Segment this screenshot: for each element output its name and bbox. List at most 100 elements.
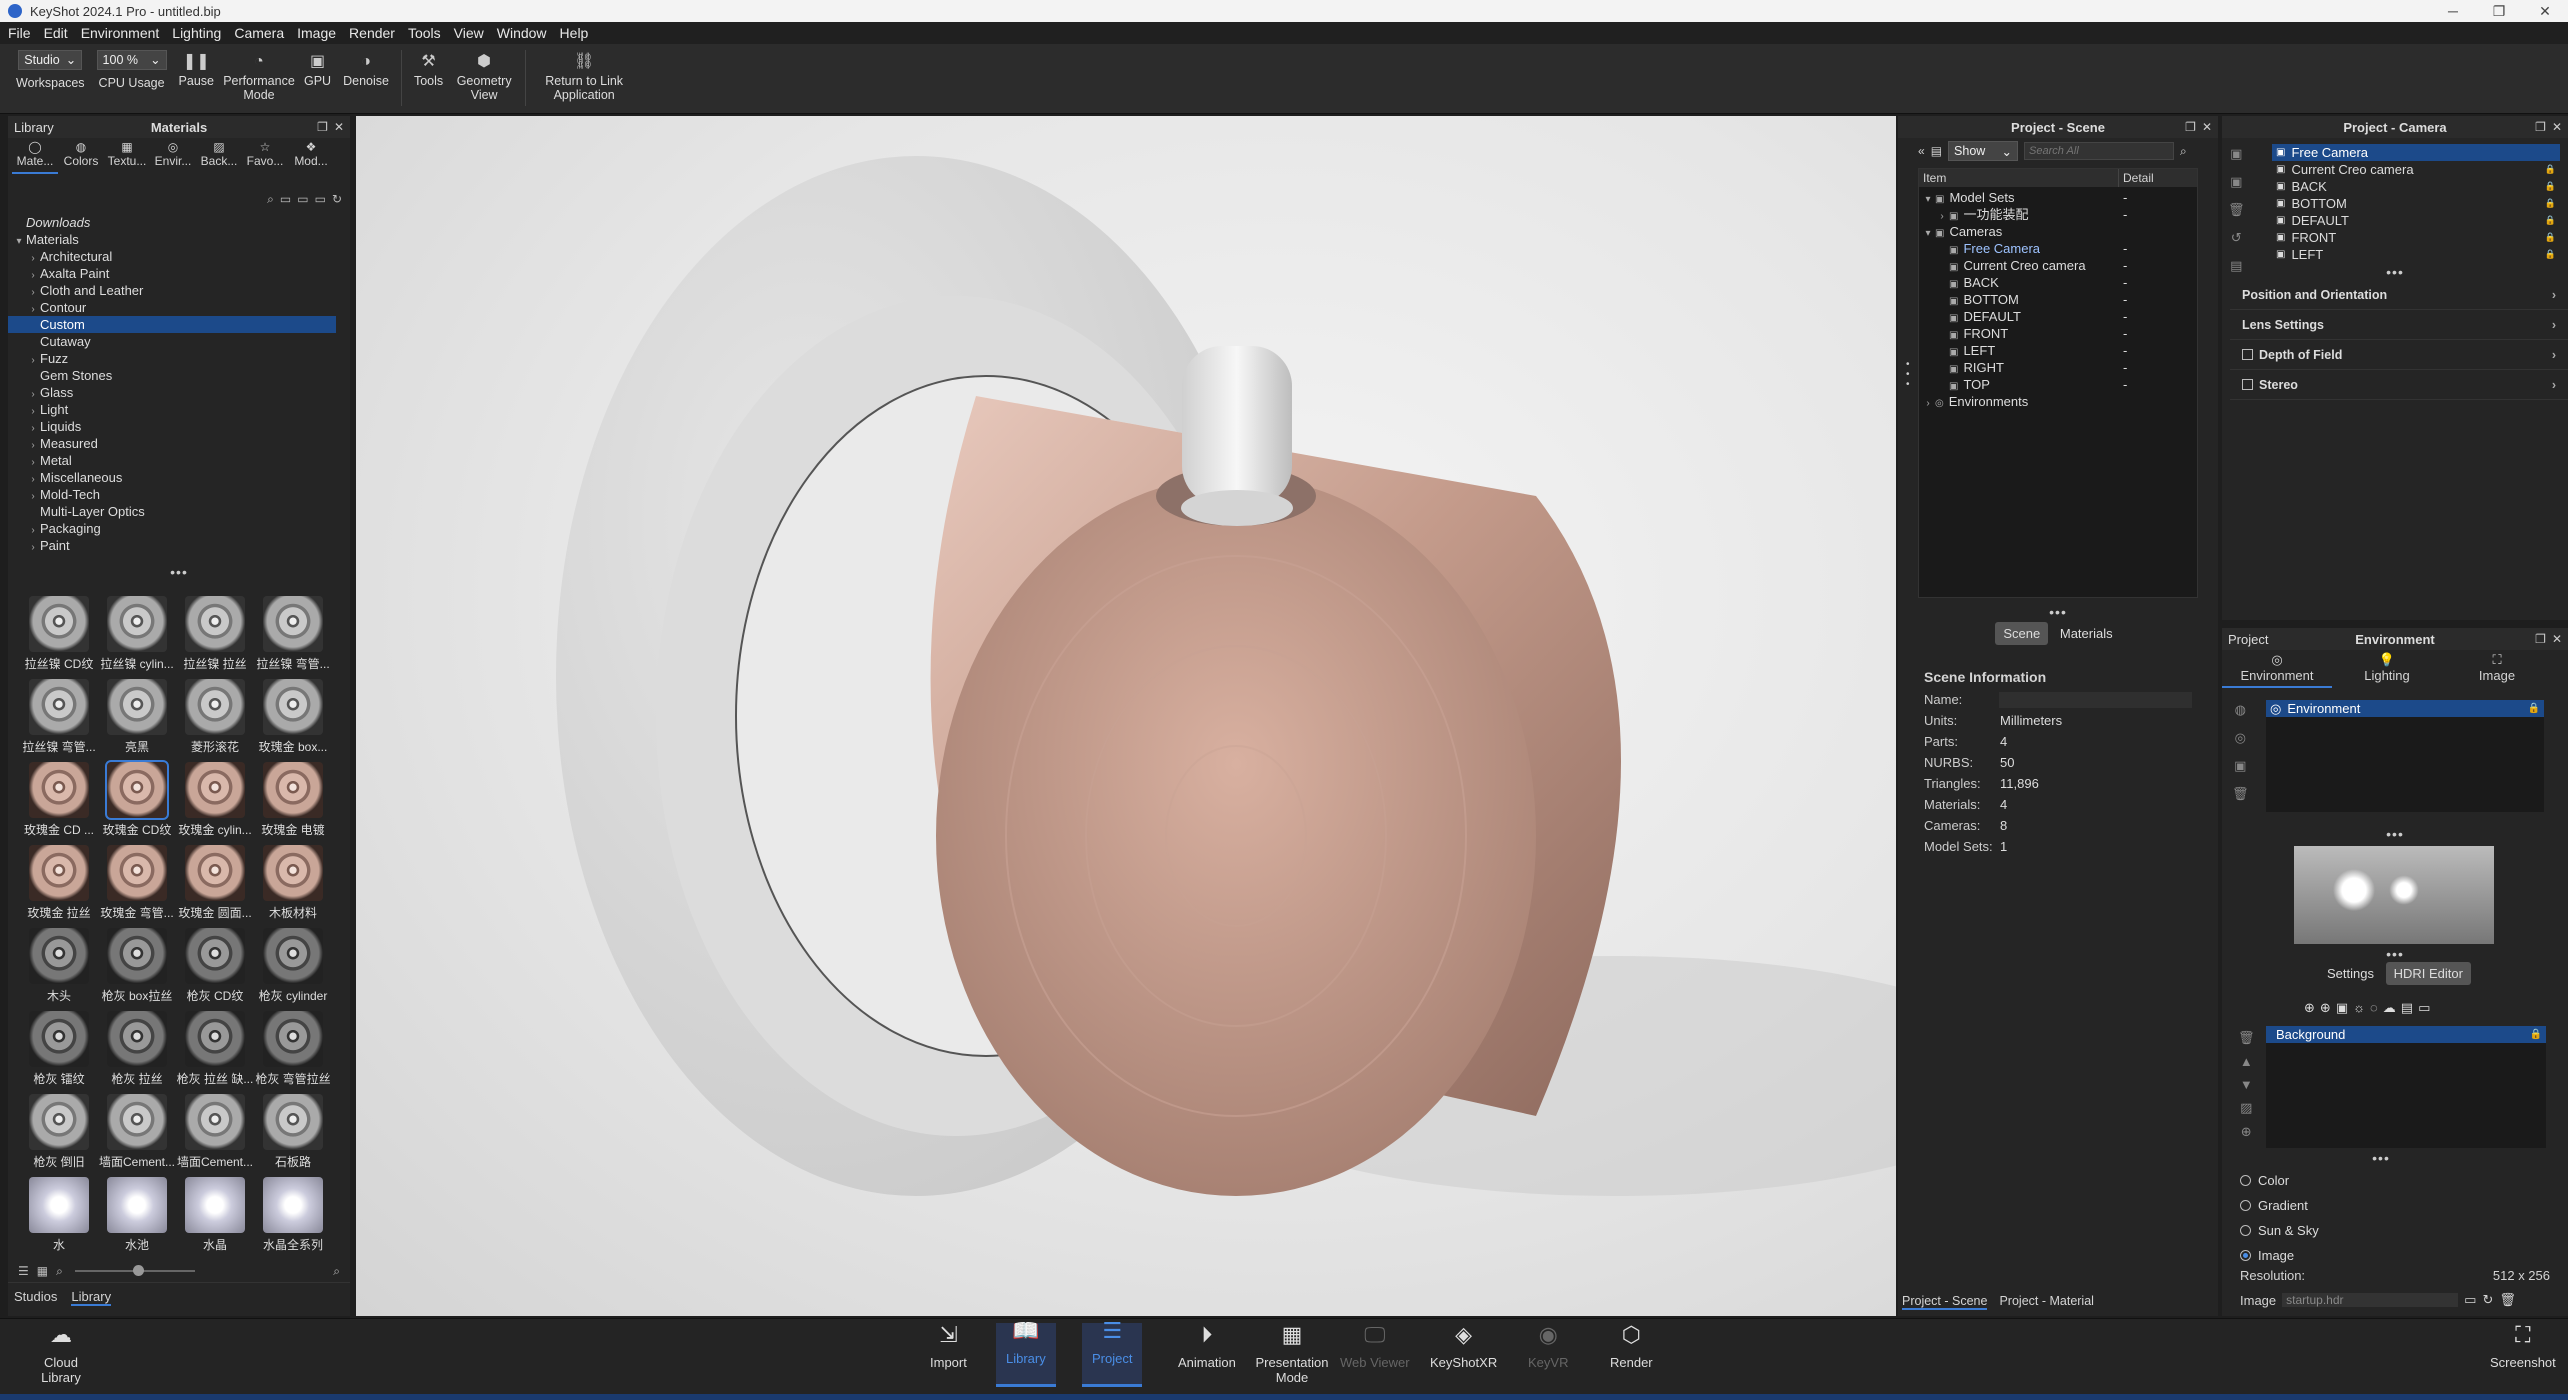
scene-tree-item[interactable]: ▣ DEFAULT -: [1919, 308, 2197, 325]
library-tree-item[interactable]: › Miscellaneous: [8, 469, 336, 486]
search-icon[interactable]: ⌕: [333, 1264, 340, 1279]
search-icon[interactable]: ⌕: [2180, 144, 2187, 159]
undock-icon[interactable]: ❐: [317, 120, 328, 134]
menu-tools[interactable]: Tools: [408, 25, 441, 41]
background-option[interactable]: Color: [2240, 1168, 2319, 1193]
animation-button[interactable]: ⏵ Animation: [1178, 1324, 1236, 1371]
library-tree-item[interactable]: Multi-Layer Optics: [8, 503, 336, 520]
scene-search-input[interactable]: [2024, 142, 2175, 160]
tab-materials[interactable]: Materials: [2052, 622, 2121, 645]
material-thumbnail[interactable]: 拉丝镍 拉丝: [176, 596, 254, 672]
geometry-view-button[interactable]: ⬢ Geometry View: [449, 50, 519, 103]
camera-list-item[interactable]: ▣ Current Creo camera 🔒: [2272, 161, 2560, 178]
delete-icon[interactable]: 🗑: [2238, 1030, 2255, 1046]
menu-edit[interactable]: Edit: [44, 25, 68, 41]
library-tree-item[interactable]: › Contour: [8, 299, 336, 316]
splitter-handle[interactable]: •••: [2222, 826, 2568, 842]
library-tree-item[interactable]: › Liquids: [8, 418, 336, 435]
close-icon[interactable]: ✕: [2202, 120, 2212, 134]
undock-icon[interactable]: ❐: [2535, 632, 2546, 646]
move-down-icon[interactable]: ▼: [2240, 1077, 2253, 1092]
library-tree-item[interactable]: › Axalta Paint: [8, 265, 336, 282]
material-thumbnail[interactable]: 枪灰 拉丝 缺...: [176, 1011, 254, 1087]
library-tree-item[interactable]: › Light: [8, 401, 336, 418]
keyshotxr-button[interactable]: ◈ KeyShotXR: [1430, 1324, 1497, 1371]
camera-list-item[interactable]: ▣ DEFAULT 🔒: [2272, 212, 2560, 229]
tools-button[interactable]: ⚒ Tools: [408, 50, 449, 89]
delete-icon[interactable]: 🗑: [2232, 786, 2249, 802]
scene-tree-item[interactable]: ▣ LEFT -: [1919, 342, 2197, 359]
scene-tree-item[interactable]: › ◎ Environments: [1919, 393, 2197, 410]
background-layer-item[interactable]: Background 🔒: [2266, 1026, 2546, 1043]
library-tree-item[interactable]: › Mold-Tech: [8, 486, 336, 503]
material-thumbnail[interactable]: 枪灰 倒旧: [20, 1094, 98, 1170]
scene-tree-item[interactable]: ▣ Free Camera -: [1919, 240, 2197, 257]
panel-splitter[interactable]: • • •: [1906, 360, 1911, 390]
tab-colors[interactable]: ◍ Colors: [58, 140, 104, 174]
tab-textures[interactable]: ▦ Textu...: [104, 140, 150, 174]
image-file-field[interactable]: startup.hdr: [2282, 1293, 2459, 1307]
material-thumbnail[interactable]: 玫瑰金 弯管...: [98, 845, 176, 921]
rect-light-icon[interactable]: ▣: [2336, 1000, 2348, 1016]
material-thumbnail[interactable]: 水晶全系列: [254, 1177, 332, 1253]
material-thumbnail[interactable]: 墙面Cement...: [98, 1094, 176, 1170]
material-thumbnail[interactable]: 枪灰 cylinder: [254, 928, 332, 1004]
show-select[interactable]: Show ⌄: [1948, 141, 2019, 161]
library-tree-item[interactable]: › Measured: [8, 435, 336, 452]
scene-tree-item[interactable]: ▣ FRONT -: [1919, 325, 2197, 342]
splitter-handle[interactable]: •••: [8, 564, 350, 580]
sun-icon[interactable]: ☼: [2353, 1000, 2365, 1016]
camera-list-item[interactable]: ▣ BOTTOM 🔒: [2272, 195, 2560, 212]
cloud-library-button[interactable]: ☁ Cloud Library: [38, 1324, 84, 1386]
menu-file[interactable]: File: [8, 25, 31, 41]
scene-tree-item[interactable]: ▣ Current Creo camera -: [1919, 257, 2197, 274]
menu-window[interactable]: Window: [497, 25, 547, 41]
scene-tree-item[interactable]: ▣ BACK -: [1919, 274, 2197, 291]
environment-list-item[interactable]: ◎ Environment 🔒: [2266, 700, 2544, 717]
material-thumbnail[interactable]: 石板路: [254, 1094, 332, 1170]
column-item[interactable]: Item: [1919, 169, 2119, 187]
material-thumbnail[interactable]: 玫瑰金 CD ...: [20, 762, 98, 838]
material-thumbnail[interactable]: 玫瑰金 拉丝: [20, 845, 98, 921]
radio-button[interactable]: [2240, 1225, 2251, 1236]
library-tree-item[interactable]: › Architectural: [8, 248, 336, 265]
grid-view-icon[interactable]: ▦: [37, 1264, 48, 1278]
material-thumbnail[interactable]: 墙面Cement...: [176, 1094, 254, 1170]
library-tree-item[interactable]: ▾ Materials: [8, 231, 336, 248]
material-thumbnail[interactable]: 枪灰 弯管拉丝: [254, 1011, 332, 1087]
folder-icon[interactable]: ▭: [297, 192, 308, 206]
refresh-icon[interactable]: ↻: [2482, 1292, 2493, 1308]
tab-studios[interactable]: Studios: [14, 1289, 57, 1306]
library-tree-item[interactable]: Downloads: [8, 214, 336, 231]
menu-help[interactable]: Help: [560, 25, 589, 41]
menu-camera[interactable]: Camera: [234, 25, 284, 41]
material-thumbnail[interactable]: 枪灰 box拉丝: [98, 928, 176, 1004]
column-detail[interactable]: Detail: [2119, 169, 2154, 187]
globe-icon[interactable]: ◎: [2235, 730, 2246, 746]
library-tree-item[interactable]: › Packaging: [8, 520, 336, 537]
list-view-icon[interactable]: ☰: [18, 1264, 29, 1278]
tab-lighting[interactable]: 💡 Lighting: [2332, 652, 2442, 688]
pin-icon[interactable]: ⊕: [2320, 1000, 2331, 1016]
menu-render[interactable]: Render: [349, 25, 395, 41]
add-camera-icon[interactable]: ▣: [2230, 146, 2242, 162]
scene-tree-item[interactable]: ▣ RIGHT -: [1919, 359, 2197, 376]
project-button[interactable]: ☰ Project: [1082, 1320, 1143, 1387]
pin-circle-icon[interactable]: ⊕: [2304, 1000, 2315, 1016]
checkbox[interactable]: [2242, 349, 2253, 360]
disc-icon[interactable]: ◌: [2370, 1000, 2378, 1016]
scene-tree-item[interactable]: ▾ ▣ Cameras: [1919, 223, 2197, 240]
background-option[interactable]: Sun & Sky: [2240, 1218, 2319, 1243]
folder-link-icon[interactable]: ▭: [315, 192, 326, 206]
image-icon[interactable]: ▨: [2240, 1100, 2252, 1116]
material-thumbnail[interactable]: 枪灰 镭纹: [20, 1011, 98, 1087]
tab-library[interactable]: Library: [71, 1289, 112, 1306]
close-icon[interactable]: ✕: [334, 120, 344, 134]
camera-list-item[interactable]: ▣ FRONT 🔒: [2272, 229, 2560, 246]
tab-project-scene[interactable]: Project - Scene: [1902, 1294, 1988, 1310]
save-icon[interactable]: ▤: [2230, 258, 2242, 274]
background-option[interactable]: Gradient: [2240, 1193, 2319, 1218]
web-viewer-button[interactable]: 🖵 Web Viewer: [1340, 1324, 1410, 1371]
material-thumbnail[interactable]: 玫瑰金 box...: [254, 679, 332, 755]
scene-tree-item[interactable]: ▣ TOP -: [1919, 376, 2197, 393]
